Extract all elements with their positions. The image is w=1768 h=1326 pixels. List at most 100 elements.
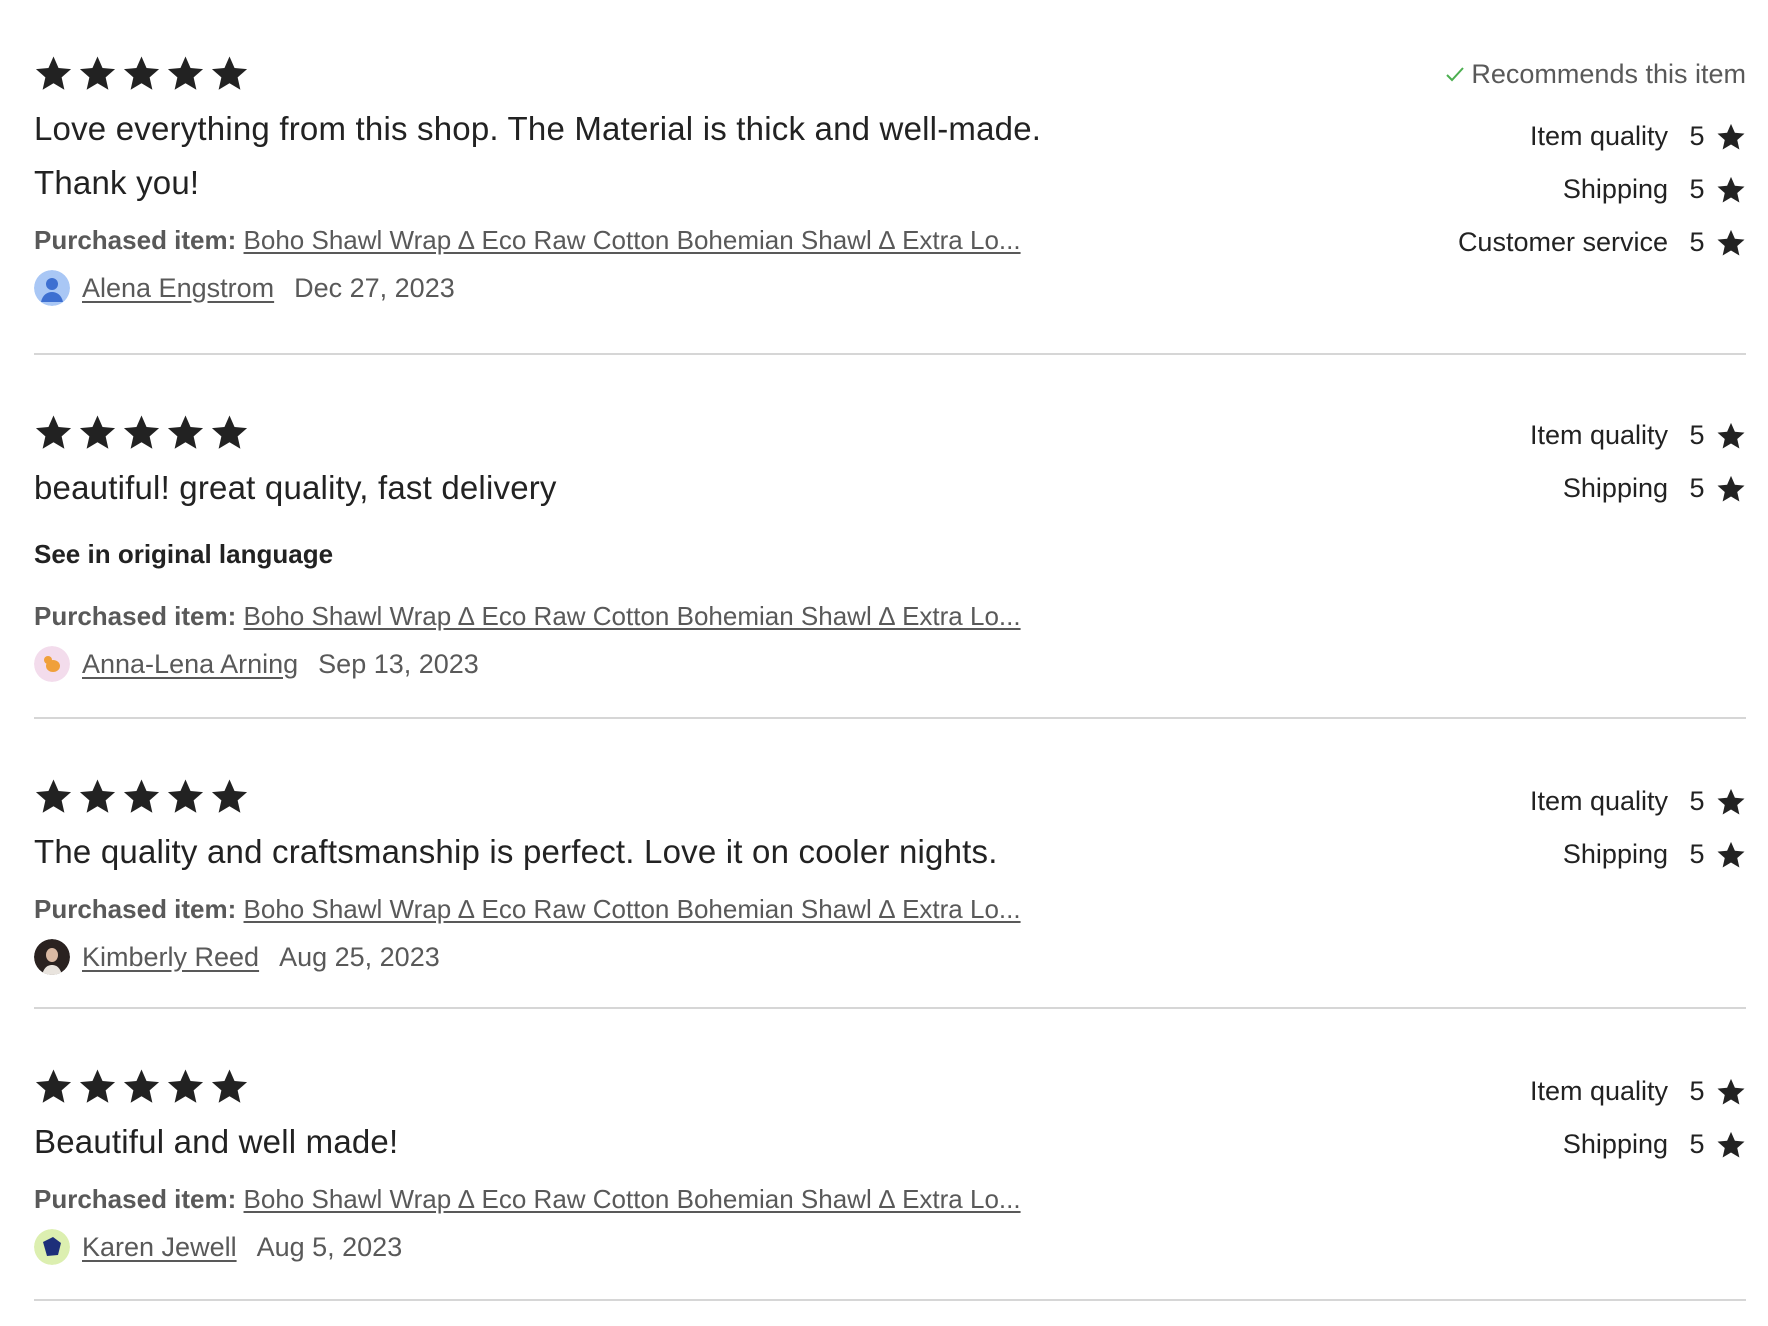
star-icon: [78, 413, 117, 452]
star-icon: [78, 1067, 117, 1106]
star-rating: [34, 52, 1134, 94]
star-icon: [1716, 1130, 1746, 1160]
check-icon: [1445, 64, 1465, 84]
review-date: Sep 13, 2023: [318, 648, 479, 679]
star-icon: [78, 777, 117, 816]
star-icon: [166, 777, 205, 816]
review-text: Beautiful and well made!: [34, 1123, 399, 1160]
rating-value: 5: [1689, 227, 1705, 257]
rating-row-item-quality: Item quality 5: [1445, 110, 1746, 163]
rating-value: 5: [1689, 1129, 1705, 1159]
rating-row-customer-service: Customer service 5: [1445, 216, 1746, 269]
review-body: Beautiful and well made! Purchased item:…: [34, 1065, 1134, 1267]
star-icon: [1716, 175, 1746, 205]
recommends-label: Recommends this item: [1471, 58, 1746, 89]
rating-row-shipping: Shipping 5: [1530, 1118, 1746, 1171]
reviewer-name-link[interactable]: Anna-Lena Arning: [82, 649, 298, 680]
rating-row-shipping: Shipping 5: [1445, 163, 1746, 216]
purchased-item-label: Purchased item:: [34, 601, 237, 631]
purchased-item: Purchased item: Boho Shawl Wrap ∆ Eco Ra…: [34, 598, 1134, 634]
reviewer-name-link[interactable]: Karen Jewell: [82, 1232, 237, 1263]
star-icon: [210, 413, 249, 452]
star-icon: [1716, 474, 1746, 504]
star-icon: [1716, 122, 1746, 152]
rating-value: 5: [1689, 1076, 1705, 1106]
rating-label: Shipping: [1562, 473, 1668, 503]
star-icon: [34, 1067, 73, 1106]
purchased-item-link[interactable]: Boho Shawl Wrap ∆ Eco Raw Cotton Bohemia…: [244, 1184, 1021, 1214]
star-icon: [122, 413, 161, 452]
purchased-item: Purchased item: Boho Shawl Wrap ∆ Eco Ra…: [34, 222, 1134, 258]
review-card: beautiful! great quality, fast delivery …: [34, 355, 1746, 719]
star-icon: [34, 413, 73, 452]
rating-breakdown: Item quality 5 Shipping 5: [1530, 775, 1746, 881]
reviews-list: Love everything from this shop. The Mate…: [34, 0, 1746, 1301]
star-icon: [122, 777, 161, 816]
purchased-item-label: Purchased item:: [34, 225, 237, 255]
rating-label: Shipping: [1562, 839, 1668, 869]
star-icon: [1716, 840, 1746, 870]
rating-breakdown: Recommends this item Item quality 5 Ship…: [1445, 54, 1746, 269]
rating-value: 5: [1689, 839, 1705, 869]
purchased-item-label: Purchased item:: [34, 894, 237, 924]
recommends-badge: Recommends this item: [1445, 54, 1746, 94]
rating-value: 5: [1689, 473, 1705, 503]
star-icon: [210, 54, 249, 93]
purchased-item-link[interactable]: Boho Shawl Wrap ∆ Eco Raw Cotton Bohemia…: [244, 225, 1021, 255]
star-icon: [78, 54, 117, 93]
star-icon: [166, 413, 205, 452]
rating-value: 5: [1689, 174, 1705, 204]
default-user-icon[interactable]: [34, 270, 70, 306]
review-meta: Anna-Lena Arning Sep 13, 2023: [34, 644, 1134, 684]
review-meta: Karen Jewell Aug 5, 2023: [34, 1227, 1134, 1267]
purchased-item-link[interactable]: Boho Shawl Wrap ∆ Eco Raw Cotton Bohemia…: [244, 894, 1021, 924]
star-icon: [122, 1067, 161, 1106]
star-rating: [34, 411, 1134, 453]
review-card: The quality and craftsmanship is perfect…: [34, 719, 1746, 1009]
star-icon: [210, 1067, 249, 1106]
star-icon: [1716, 228, 1746, 258]
purchased-item-label: Purchased item:: [34, 1184, 237, 1214]
rating-breakdown: Item quality 5 Shipping 5: [1530, 1065, 1746, 1171]
star-icon: [1716, 1077, 1746, 1107]
rating-label: Item quality: [1529, 786, 1668, 816]
purchased-item-link[interactable]: Boho Shawl Wrap ∆ Eco Raw Cotton Bohemia…: [244, 601, 1021, 631]
see-original-language-link[interactable]: See in original language: [34, 539, 333, 570]
rating-row-shipping: Shipping 5: [1530, 828, 1746, 881]
review-body: Love everything from this shop. The Mate…: [34, 52, 1134, 308]
star-icon: [210, 777, 249, 816]
rating-row-item-quality: Item quality 5: [1530, 409, 1746, 462]
blue-shape-avatar-icon[interactable]: [34, 1229, 70, 1265]
purchased-item: Purchased item: Boho Shawl Wrap ∆ Eco Ra…: [34, 1181, 1134, 1217]
star-icon: [1716, 421, 1746, 451]
rating-breakdown: Item quality 5 Shipping 5: [1530, 409, 1746, 515]
rating-row-shipping: Shipping 5: [1530, 462, 1746, 515]
rating-value: 5: [1689, 420, 1705, 450]
rating-label: Shipping: [1562, 1129, 1668, 1159]
review-date: Aug 25, 2023: [279, 941, 440, 972]
star-icon: [122, 54, 161, 93]
star-icon: [34, 777, 73, 816]
rating-label: Customer service: [1457, 227, 1668, 257]
review-text: The quality and craftsmanship is perfect…: [34, 833, 998, 870]
rating-label: Shipping: [1562, 174, 1668, 204]
rating-label: Item quality: [1529, 420, 1668, 450]
review-date: Dec 27, 2023: [294, 272, 455, 303]
rating-value: 5: [1689, 121, 1705, 151]
star-icon: [166, 1067, 205, 1106]
rating-label: Item quality: [1529, 1076, 1668, 1106]
review-text: beautiful! great quality, fast delivery: [34, 469, 557, 506]
review-meta: Kimberly Reed Aug 25, 2023: [34, 937, 1134, 977]
rating-row-item-quality: Item quality 5: [1530, 775, 1746, 828]
rating-value: 5: [1689, 786, 1705, 816]
orange-cat-icon[interactable]: [34, 646, 70, 682]
reviewer-name-link[interactable]: Kimberly Reed: [82, 942, 259, 973]
reviewer-name-link[interactable]: Alena Engstrom: [82, 273, 274, 304]
star-icon: [1716, 787, 1746, 817]
rating-row-item-quality: Item quality 5: [1530, 1065, 1746, 1118]
review-card: Love everything from this shop. The Mate…: [34, 0, 1746, 355]
photo-avatar-icon[interactable]: [34, 939, 70, 975]
star-icon: [34, 54, 73, 93]
star-rating: [34, 1065, 1134, 1107]
review-date: Aug 5, 2023: [256, 1231, 403, 1262]
